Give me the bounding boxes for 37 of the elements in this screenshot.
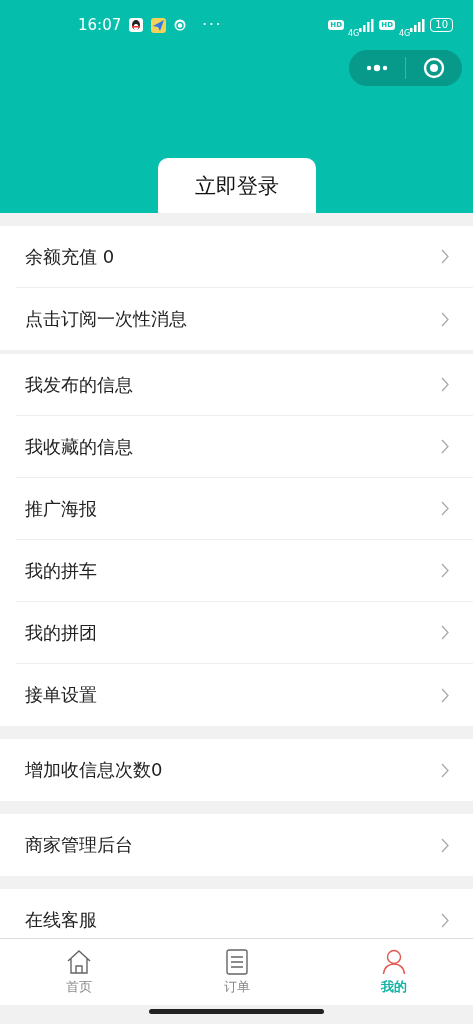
menu-item[interactable]: 我发布的信息 — [16, 354, 473, 416]
network-type: 4G — [348, 28, 360, 38]
chevron-right-icon — [441, 249, 449, 264]
penguin-icon — [129, 18, 144, 32]
chevron-right-icon — [441, 311, 449, 327]
menu-item[interactable]: 推广海报 — [16, 478, 473, 540]
person-icon — [382, 948, 407, 975]
tab-button[interactable]: 首页 — [0, 939, 158, 1005]
signal-icon — [410, 18, 427, 32]
chevron-right-icon — [441, 837, 449, 853]
menu-item[interactable]: 我的拼团 — [16, 602, 473, 664]
close-target-icon[interactable] — [423, 57, 445, 79]
chevron-right-icon — [441, 563, 449, 578]
chevron-right-icon — [441, 439, 449, 454]
menu-item[interactable]: 接单设置 — [16, 664, 473, 726]
more-icon[interactable] — [365, 64, 389, 72]
list-icon — [225, 948, 248, 975]
more-notifications-icon: ··· — [202, 16, 223, 34]
menu-item[interactable]: 我收藏的信息 — [16, 416, 473, 478]
tab-button[interactable]: 订单 — [157, 939, 316, 1005]
chevron-right-icon — [441, 762, 449, 778]
paper-plane-icon — [151, 17, 167, 33]
chevron-right-icon — [441, 377, 449, 392]
clock-time: 16:07 — [78, 16, 122, 34]
timer-icon — [174, 19, 187, 31]
battery-level: 10 — [430, 18, 453, 32]
menu-item[interactable]: 点击订阅一次性消息 — [16, 288, 473, 350]
chevron-right-icon — [441, 912, 449, 928]
chevron-right-icon — [441, 687, 449, 703]
menu-item[interactable]: 余额充值 0 — [16, 226, 473, 288]
home-icon — [65, 948, 92, 975]
network-type: 4G — [398, 28, 411, 38]
login-button[interactable]: 立即登录 — [158, 158, 316, 213]
chevron-right-icon — [441, 501, 449, 516]
chevron-right-icon — [441, 625, 449, 640]
menu-item[interactable]: 我的拼车 — [16, 540, 473, 602]
signal-icon — [359, 18, 376, 32]
